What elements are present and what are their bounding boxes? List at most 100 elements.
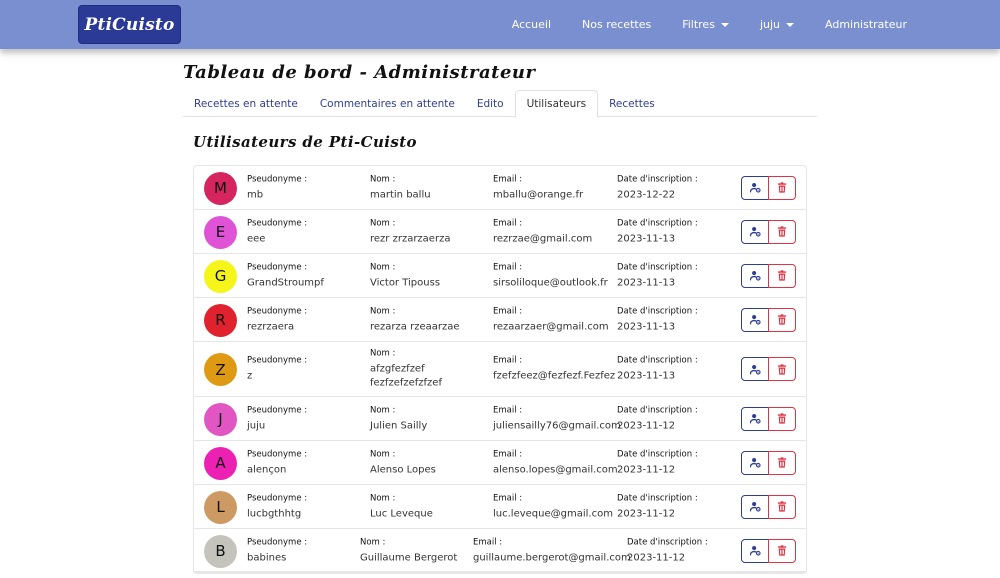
pseudo-value: GrandStroumpf [247, 277, 324, 288]
tab-edito[interactable]: Edito [466, 90, 515, 117]
user-row: M Pseudonyme : mb Nom : martin ballu Email : m… [194, 166, 806, 210]
pseudo-value: rezrzaera [247, 321, 295, 332]
edit-user-button[interactable] [741, 307, 769, 332]
edit-user-button[interactable] [741, 406, 769, 431]
chevron-down-icon [720, 22, 729, 27]
user-row: A Pseudonyme : alençon Nom : Alenso Lopes Ema… [194, 441, 806, 485]
user-row: Z Pseudonyme : z Nom : afzgfezfzef fezfzefze… [194, 342, 806, 397]
date-label: Date d'inscription : [617, 449, 698, 459]
nav-home-label: Accueil [511, 18, 552, 31]
name-value: martin ballu [370, 189, 431, 200]
date-field: Date d'inscription : 2023-11-12 [617, 404, 698, 433]
edit-user-button[interactable] [741, 263, 769, 288]
date-label: Date d'inscription : [617, 262, 698, 272]
pseudo-value: mb [247, 189, 264, 200]
pseudo-field: Pseudonyme : lucbgthhtg [247, 492, 307, 521]
trash-icon [777, 501, 787, 512]
nav-filters-dropdown[interactable]: Filtres [682, 18, 729, 31]
user-row: G Pseudonyme : GrandStroumpf Nom : Victor Ti… [194, 254, 806, 298]
email-field: Email : alenso.lopes@gmail.com [493, 448, 618, 477]
name-value: Guillaume Bergerot [360, 552, 458, 563]
brand-logo[interactable]: PtiCuisto [78, 5, 181, 44]
tab-recettes[interactable]: Recettes [598, 90, 666, 117]
edit-user-button[interactable] [741, 357, 769, 381]
delete-user-button[interactable] [768, 406, 796, 431]
delete-user-button[interactable] [768, 263, 796, 288]
trash-icon [777, 270, 787, 281]
user-cog-icon [749, 364, 761, 375]
date-field: Date d'inscription : 2023-11-12 [617, 492, 698, 521]
name-label: Nom : [370, 493, 396, 503]
list-divider [193, 571, 807, 572]
pseudo-label: Pseudonyme : [247, 355, 308, 366]
email-value: rezaarzaer@gmail.com [493, 321, 609, 332]
name-value: Luc Leveque [370, 508, 433, 519]
name-field: Nom : rezarza rzeaarzae [370, 305, 460, 334]
avatar-initial: A [215, 454, 226, 472]
email-label: Email : [493, 449, 523, 459]
user-row: E Pseudonyme : eee Nom : rezr zrzarzaerza Ema… [194, 210, 806, 254]
email-label: Email : [493, 306, 523, 316]
nav-recipes-link[interactable]: Nos recettes [582, 18, 651, 31]
date-field: Date d'inscription : 2023-11-12 [627, 536, 708, 565]
user-row: J Pseudonyme : juju Nom : Julien Sailly Email… [194, 397, 806, 441]
row-actions [741, 450, 796, 475]
email-value: sirsoliloque@outlook.fr [493, 277, 608, 288]
pseudo-field: Pseudonyme : z [247, 355, 307, 384]
nav-user-dropdown[interactable]: juju [760, 18, 794, 31]
date-field: Date d'inscription : 2023-11-13 [617, 305, 698, 334]
name-field: Nom : afzgfezfzef fezfzefzefzfzef [370, 348, 450, 391]
row-actions [741, 219, 796, 244]
edit-user-button[interactable] [741, 538, 769, 563]
nav-admin-label: Administrateur [825, 18, 907, 31]
email-field: Email : fzefzfeez@fezfezf.Fezfez [493, 355, 615, 384]
nav-links: Accueil Nos recettes Filtres juju Admini… [481, 0, 907, 49]
pseudo-label: Pseudonyme : [247, 218, 308, 228]
tab-commentaires-en-attente[interactable]: Commentaires en attente [309, 90, 466, 117]
delete-user-button[interactable] [768, 450, 796, 475]
avatar: Z [204, 353, 237, 386]
trash-icon [777, 545, 787, 556]
avatar: L [204, 490, 237, 524]
user-cog-icon [749, 226, 761, 237]
row-actions [741, 406, 796, 431]
name-value: afzgfezfzef fezfzefzefzfzef [370, 363, 442, 389]
delete-user-button[interactable] [768, 494, 796, 519]
delete-user-button[interactable] [768, 357, 796, 381]
row-actions [741, 357, 796, 381]
email-label: Email : [493, 493, 523, 503]
edit-user-button[interactable] [741, 494, 769, 519]
email-value: luc.leveque@gmail.com [493, 508, 613, 519]
delete-user-button[interactable] [768, 538, 796, 563]
user-row: B Pseudonyme : babines Nom : Guillaume Berge… [194, 529, 806, 573]
email-label: Email : [493, 174, 523, 184]
delete-user-button[interactable] [768, 175, 796, 200]
tab-recettes-en-attente[interactable]: Recettes en attente [183, 90, 309, 117]
nav-home-link[interactable]: Accueil [512, 18, 551, 31]
edit-user-button[interactable] [741, 175, 769, 200]
date-value: 2023-11-12 [627, 552, 686, 563]
edit-user-button[interactable] [741, 219, 769, 244]
email-field: Email : sirsoliloque@outlook.fr [493, 261, 608, 290]
user-cog-icon [749, 457, 761, 468]
date-field: Date d'inscription : 2023-11-13 [617, 355, 698, 384]
name-field: Nom : martin ballu [370, 173, 431, 202]
delete-user-button[interactable] [768, 307, 796, 332]
tab-utilisateurs[interactable]: Utilisateurs [514, 90, 599, 118]
edit-user-button[interactable] [741, 450, 769, 475]
user-cog-icon [749, 270, 761, 281]
nav-admin-link[interactable]: Administrateur [825, 18, 907, 31]
avatar-initial: E [215, 223, 226, 241]
trash-icon [777, 314, 787, 325]
date-label: Date d'inscription : [617, 218, 698, 228]
pseudo-label: Pseudonyme : [247, 174, 308, 184]
email-label: Email : [493, 405, 523, 415]
delete-user-button[interactable] [768, 219, 796, 244]
name-field: Nom : Victor Tipouss [370, 261, 440, 290]
email-field: Email : mballu@orange.fr [493, 173, 583, 202]
trash-icon [777, 182, 787, 193]
date-field: Date d'inscription : 2023-11-13 [617, 261, 698, 290]
name-label: Nom : [370, 306, 396, 316]
email-value: guillaume.bergerot@gmail.com [473, 552, 631, 563]
pseudo-field: Pseudonyme : alençon [247, 448, 307, 477]
